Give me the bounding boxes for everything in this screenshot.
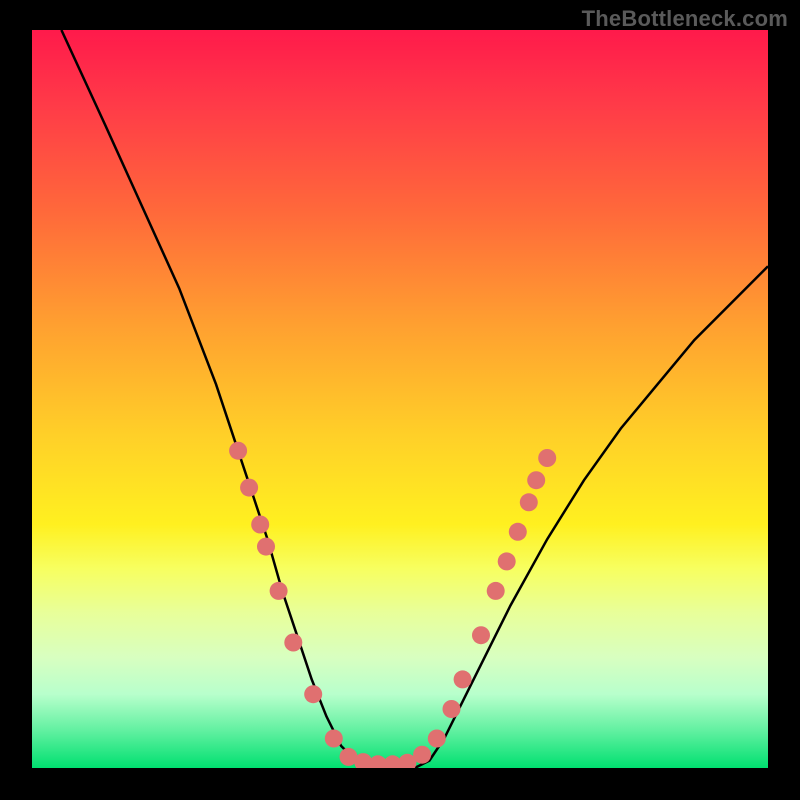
data-dot <box>229 442 247 460</box>
data-dot <box>284 634 302 652</box>
data-dot <box>240 479 258 497</box>
data-dot <box>487 582 505 600</box>
data-dot <box>472 626 490 644</box>
data-dot <box>251 516 269 534</box>
chart-svg <box>32 30 768 768</box>
data-dot <box>325 730 343 748</box>
bottleneck-curve <box>61 30 768 768</box>
data-dot <box>257 538 275 556</box>
data-dot <box>538 449 556 467</box>
data-dot <box>443 700 461 718</box>
data-dot <box>413 746 431 764</box>
watermark-text: TheBottleneck.com <box>582 6 788 32</box>
data-dot <box>428 730 446 748</box>
data-dot <box>498 552 516 570</box>
data-dot <box>304 685 322 703</box>
data-dots <box>229 442 556 768</box>
data-dot <box>520 493 538 511</box>
plot-area <box>32 30 768 768</box>
data-dot <box>509 523 527 541</box>
data-dot <box>527 471 545 489</box>
data-dot <box>454 670 472 688</box>
outer-frame: TheBottleneck.com <box>0 0 800 800</box>
data-dot <box>270 582 288 600</box>
